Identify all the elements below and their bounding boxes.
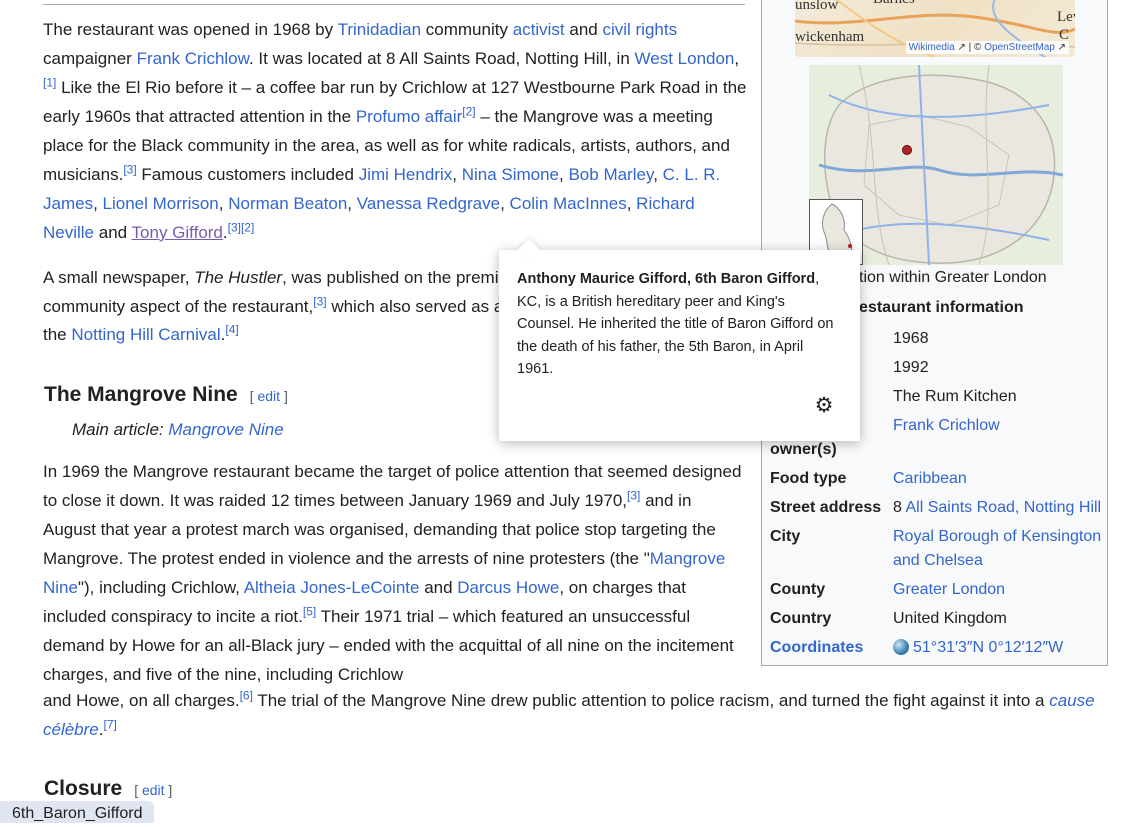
section-heading-mangrove-nine: The Mangrove Nine [ edit ]	[44, 383, 288, 407]
edit-section: [ edit ]	[249, 388, 288, 404]
text: campaigner	[43, 49, 137, 68]
link-caribbean[interactable]: Caribbean	[893, 467, 1105, 491]
status-bar-url: 6th_Baron_Gifford	[0, 801, 155, 823]
ref-1[interactable]: [1]	[43, 75, 56, 89]
link-greater-london[interactable]: Greater London	[893, 578, 1105, 602]
text: the	[43, 325, 72, 344]
paragraph-history: The restaurant was opened in 1968 by Tri…	[43, 20, 747, 242]
hustler-title: The Hustler	[194, 268, 283, 287]
map-place-label: Barnes	[873, 0, 915, 8]
text: The restaurant was opened in 1968 by	[43, 20, 338, 39]
link-coordinates-label[interactable]: Coordinates	[770, 636, 888, 660]
street-number: 8	[893, 499, 906, 516]
gear-icon[interactable]: ⚙	[814, 395, 834, 416]
link-nina-simone[interactable]: Nina Simone	[462, 165, 559, 184]
external-link-icon: ↗	[1054, 42, 1066, 53]
link-norman-beaton[interactable]: Norman Beaton	[228, 194, 347, 213]
text: "), including Crichlow,	[77, 578, 244, 597]
location-map-top[interactable]: unslow Barnes wickenham Lev C Wikimedia …	[795, 0, 1075, 57]
ref-3c[interactable]: [3]	[627, 488, 640, 502]
link-activist[interactable]: activist	[513, 20, 565, 39]
text: and	[564, 20, 603, 39]
globe-icon[interactable]	[893, 639, 909, 655]
section-divider	[43, 4, 745, 5]
text: . It was located at 8 All Saints Road, N…	[248, 49, 635, 68]
section-heading-closure: Closure [ edit ]	[44, 777, 172, 801]
closed-value: 1992	[893, 359, 929, 376]
ref-2[interactable]: [2]	[462, 104, 475, 118]
food-type-label: Food type	[770, 470, 847, 487]
link-trinidadian[interactable]: Trinidadian	[338, 20, 421, 39]
link-bob-marley[interactable]: Bob Marley	[568, 165, 653, 184]
country-value: United Kingdom	[893, 610, 1007, 627]
street-address-label: Street address	[770, 499, 882, 516]
hatnote-prefix: Main article:	[72, 420, 169, 439]
text: and Howe, on all charges.	[43, 691, 240, 710]
link-vanessa-redgrave[interactable]: Vanessa Redgrave	[357, 194, 500, 213]
text: ,	[734, 49, 740, 68]
link-tony-gifford[interactable]: Tony Gifford	[132, 223, 223, 242]
ref-7[interactable]: [7]	[104, 717, 117, 731]
previous-owner-label: owner(s)	[770, 441, 837, 458]
preview-title: Anthony Maurice Gifford, 6th Baron Giffo…	[517, 271, 816, 287]
external-link-icon: ↗	[954, 42, 966, 53]
paragraph-mangrove-nine: In 1969 the Mangrove restaurant became t…	[43, 457, 748, 689]
country-label: Country	[770, 610, 832, 627]
page-preview-popup[interactable]: Anthony Maurice Gifford, 6th Baron Giffo…	[499, 250, 860, 441]
text: A small newspaper,	[43, 268, 195, 287]
link-kensington-chelsea[interactable]: Royal Borough of Kensington and Chelsea	[893, 525, 1105, 573]
link-notting-hill-carnival[interactable]: Notting Hill Carnival	[71, 325, 220, 344]
ref-5[interactable]: [5]	[303, 604, 316, 618]
map-place-label: unslow	[795, 0, 839, 13]
link-colin-macinnes[interactable]: Colin MacInnes	[510, 194, 627, 213]
link-all-saints-road[interactable]: All Saints Road, Notting Hill	[905, 499, 1101, 516]
text: Famous customers included	[136, 165, 359, 184]
link-altheia-jones-lecointe[interactable]: Altheia Jones-LeCointe	[244, 578, 420, 597]
text: community	[421, 20, 513, 39]
paragraph-mangrove-nine-cont: and Howe, on all charges.[6] The trial o…	[43, 686, 1118, 744]
street-address-value: 8 All Saints Road, Notting Hill	[893, 496, 1105, 520]
link-wikimedia[interactable]: Wikimedia	[909, 42, 955, 53]
coordinates-value: 51°31′3″N 0°12′12″W	[893, 636, 1105, 660]
link-main-article-mangrove-nine[interactable]: Mangrove Nine	[168, 420, 283, 439]
county-label: County	[770, 581, 826, 598]
map-place-label: wickenham	[795, 29, 865, 45]
text: In 1969 the Mangrove restaurant became t…	[43, 462, 742, 510]
link-west-london[interactable]: West London	[635, 49, 735, 68]
link-coordinates[interactable]: 51°31′3″N 0°12′12″W	[913, 639, 1063, 656]
link-frank-crichlow[interactable]: Frank Crichlow	[137, 49, 249, 68]
hatnote: Main article: Mangrove Nine	[72, 420, 284, 440]
link-frank-crichlow-infobox[interactable]: Frank Crichlow	[893, 414, 1105, 438]
text: The trial of the Mangrove Nine drew publ…	[252, 691, 1050, 710]
preview-extract[interactable]: Anthony Maurice Gifford, 6th Baron Giffo…	[517, 268, 842, 381]
ref-6[interactable]: [6]	[240, 688, 253, 702]
link-profumo-affair[interactable]: Profumo affair	[356, 107, 462, 126]
ref-3[interactable]: [3]	[123, 162, 136, 176]
map-place-label: Lev	[1057, 9, 1075, 25]
link-lionel-morrison[interactable]: Lionel Morrison	[103, 194, 219, 213]
text: and	[94, 223, 132, 242]
link-darcus-howe[interactable]: Darcus Howe	[457, 578, 559, 597]
link-openstreetmap[interactable]: OpenStreetMap	[984, 42, 1055, 53]
edit-link[interactable]: edit	[257, 388, 280, 404]
heading-text: The Mangrove Nine	[44, 383, 238, 406]
text: and	[419, 578, 458, 597]
ref-3b[interactable]: [3]	[313, 294, 326, 308]
current-owner-value: The Rum Kitchen	[893, 388, 1017, 405]
ref-3-2[interactable]: [3][2]	[228, 220, 255, 234]
heading-text: Closure	[44, 777, 123, 800]
attrib-sep: | ©	[965, 42, 985, 53]
ref-4[interactable]: [4]	[225, 322, 238, 336]
map-attribution: Wikimedia ↗ | © OpenStreetMap ↗	[905, 41, 1069, 54]
location-marker	[902, 145, 912, 155]
edit-link[interactable]: edit	[142, 782, 165, 798]
city-label: City	[770, 528, 801, 545]
established-value: 1968	[893, 330, 929, 347]
edit-section: [ edit ]	[134, 782, 173, 798]
link-jimi-hendrix[interactable]: Jimi Hendrix	[359, 165, 453, 184]
link-civil-rights[interactable]: civil rights	[602, 20, 677, 39]
text: community aspect of the restaurant,	[43, 296, 314, 316]
